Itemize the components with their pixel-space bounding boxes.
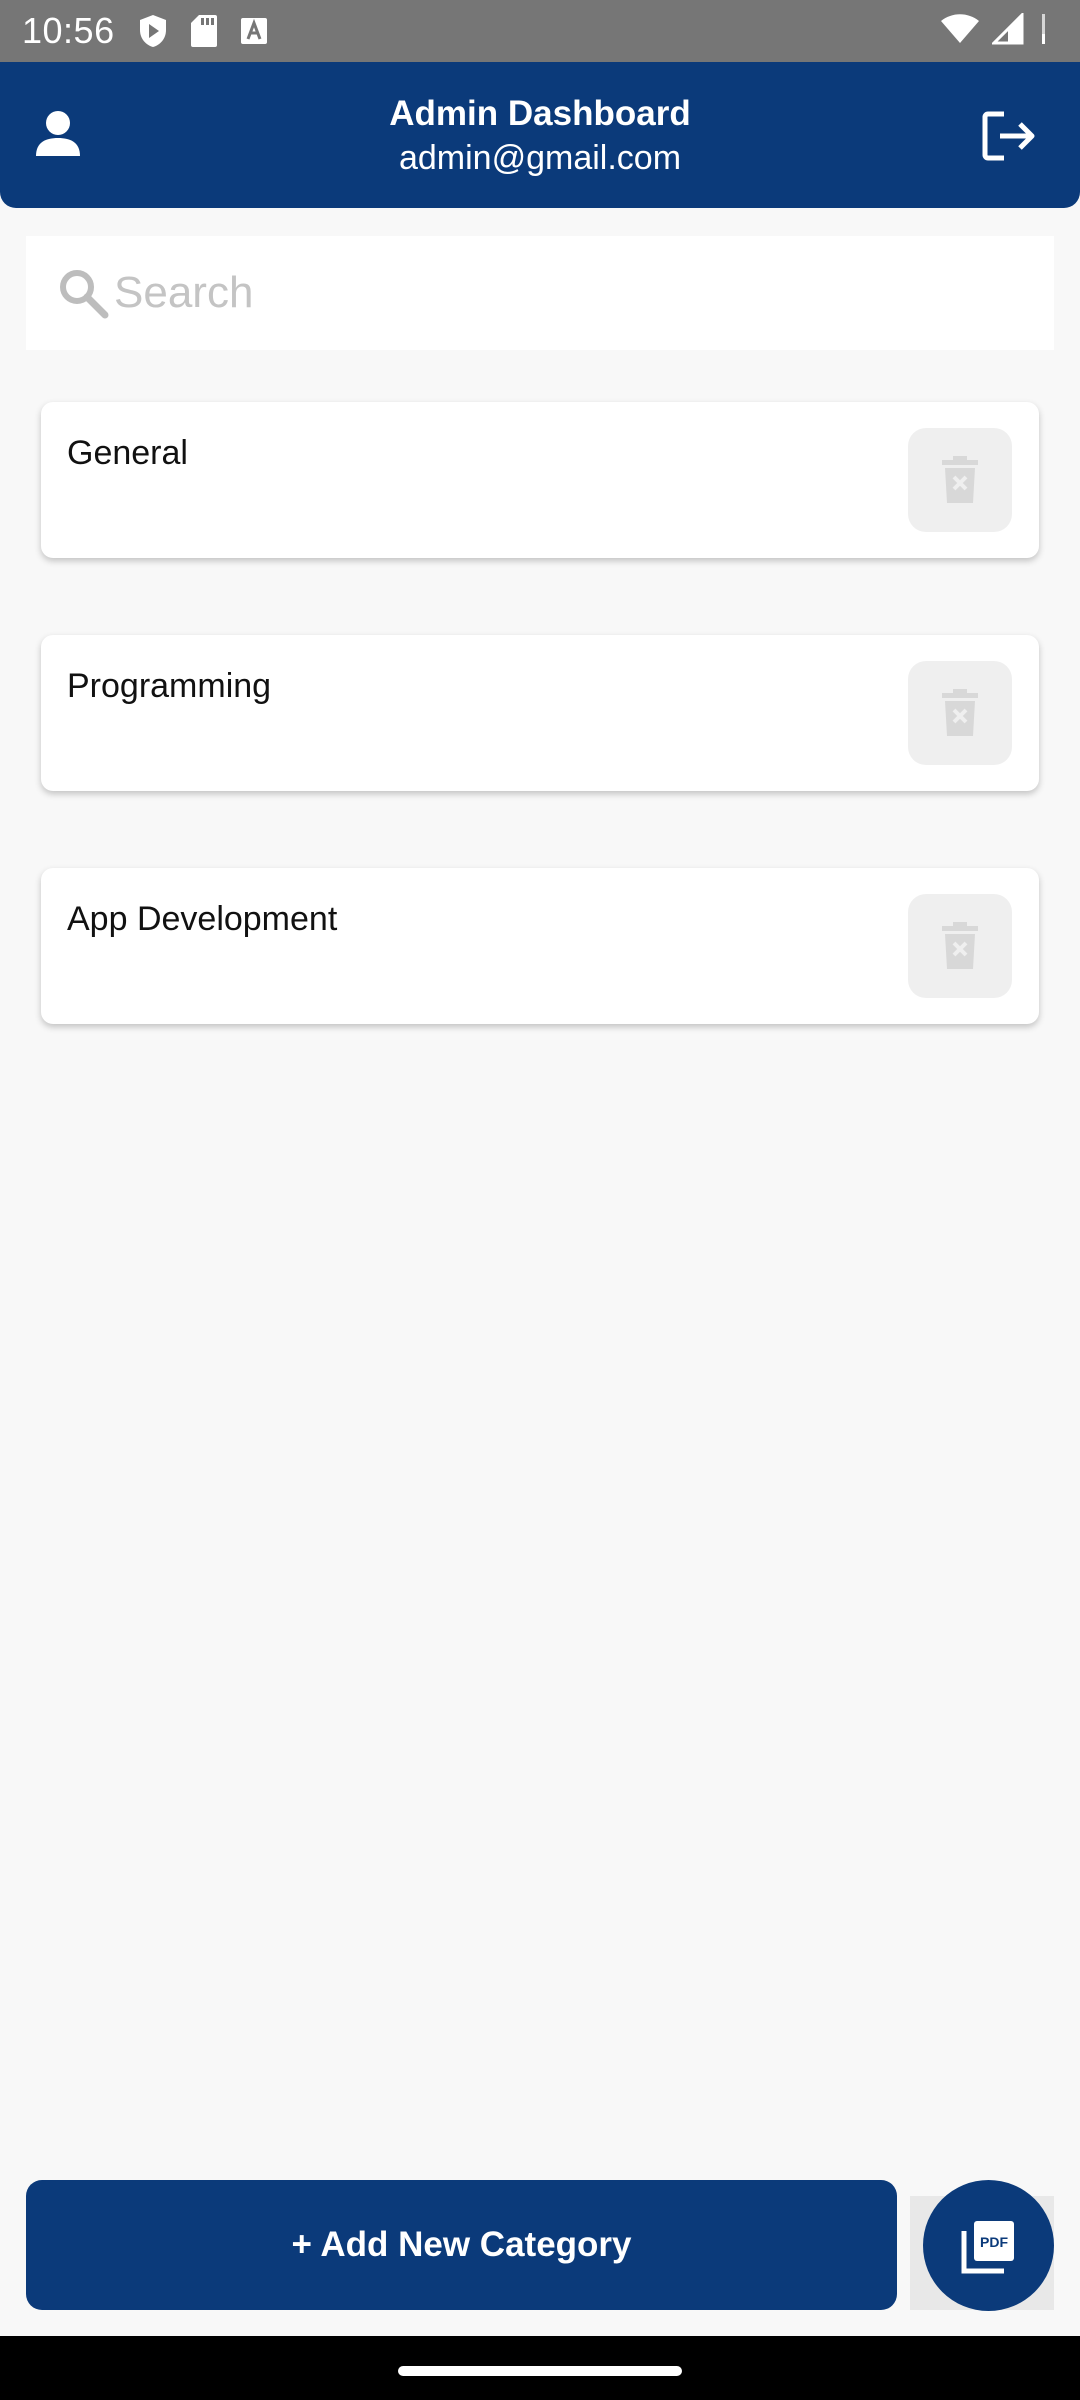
search-icon: [60, 270, 109, 319]
search-bar: [26, 236, 1054, 350]
category-card-app-development[interactable]: App Development: [41, 868, 1039, 1024]
battery-icon: [1042, 14, 1045, 44]
signal-icon: [992, 13, 1024, 45]
category-name: Programming: [67, 667, 272, 705]
search-input[interactable]: [114, 258, 1014, 328]
delete-button[interactable]: [908, 894, 1012, 998]
font-a-icon: [241, 18, 267, 44]
status-right-icons: [940, 12, 1052, 46]
status-bar: 10:56: [0, 0, 1080, 62]
category-name: General: [67, 434, 188, 472]
header-title-block: Admin Dashboard admin@gmail.com: [0, 92, 1080, 180]
category-card-general[interactable]: General: [41, 402, 1039, 558]
logout-icon[interactable]: [978, 106, 1038, 166]
trash-icon: [942, 689, 978, 736]
delete-button[interactable]: [908, 661, 1012, 765]
add-category-button[interactable]: + Add New Category: [26, 2180, 897, 2310]
category-card-programming[interactable]: Programming: [41, 635, 1039, 791]
trash-icon: [942, 456, 978, 503]
trash-icon: [942, 922, 978, 969]
delete-button[interactable]: [908, 428, 1012, 532]
shield-icon: [140, 15, 166, 47]
status-left-icons: [138, 14, 268, 48]
sd-card-icon: [191, 15, 217, 47]
user-email: admin@gmail.com: [398, 139, 682, 177]
app-header: Admin Dashboard admin@gmail.com: [0, 62, 1080, 208]
status-time: 10:56: [22, 10, 115, 51]
page-title: Admin Dashboard: [389, 94, 691, 133]
svg-text:PDF: PDF: [980, 2234, 1008, 2250]
wifi-icon: [941, 14, 979, 43]
pdf-export-button[interactable]: PDF: [923, 2180, 1054, 2311]
home-indicator[interactable]: [398, 2366, 682, 2376]
pdf-icon: PDF: [961, 2220, 1014, 2273]
system-nav-bar: [0, 2336, 1080, 2400]
category-name: App Development: [67, 900, 338, 938]
